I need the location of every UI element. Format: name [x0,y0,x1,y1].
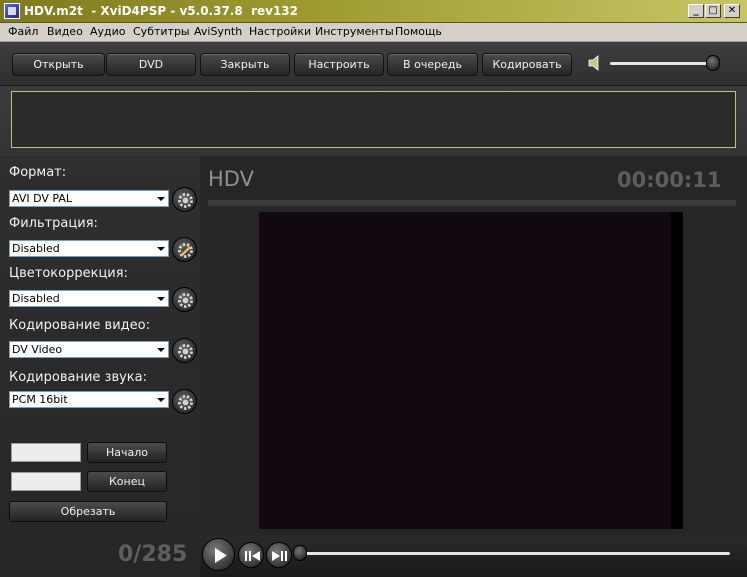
speaker-icon[interactable] [588,55,602,71]
window-title: HDV.m2t - XviD4PSP - v5.0.37.8 rev132 [24,4,299,18]
previous-frame-button[interactable] [238,542,264,568]
video-encoding-value: DV Video [12,343,63,356]
audio-encoding-select[interactable]: PCM 16bit [9,391,169,408]
video-viewport[interactable] [259,212,683,529]
chevron-down-icon[interactable] [154,392,168,407]
play-button[interactable] [202,538,235,571]
step-back-icon [245,551,260,561]
title-bar: HDV.m2t - XviD4PSP - v5.0.37.8 rev132 _ … [0,0,747,23]
preview-title: HDV [208,167,254,191]
format-settings-gear-icon[interactable] [172,187,197,212]
menu-video[interactable]: Видео [47,25,83,38]
color-correction-label: Цветокоррекция: [9,266,128,281]
format-value: AVI DV PAL [12,192,72,205]
volume-slider[interactable] [610,62,718,65]
video-encoding-label: Кодирование видео: [9,318,150,333]
configure-button[interactable]: Настроить [294,53,384,76]
chevron-down-icon[interactable] [154,291,168,306]
close-button[interactable]: Закрыть [200,53,290,76]
format-label: Формат: [9,165,67,180]
menu-avisynth[interactable]: AviSynth [194,25,242,38]
menu-audio[interactable]: Аудио [90,25,126,38]
seek-slider-handle[interactable] [293,545,307,561]
menu-file[interactable]: Файл [8,25,38,38]
audio-settings-gear-icon[interactable] [172,389,197,414]
seek-slider[interactable] [300,552,730,555]
video-frame-content [259,212,671,529]
play-icon [215,548,227,563]
maximize-button[interactable]: □ [705,4,721,18]
frame-counter: 0/285 [118,542,188,567]
chevron-down-icon[interactable] [154,191,168,206]
video-encoding-select[interactable]: DV Video [9,341,169,358]
queue-button[interactable]: В очередь [387,53,478,76]
color-correction-value: Disabled [12,292,60,305]
dvd-button[interactable]: DVD [106,53,196,76]
filter-edit-icon[interactable] [172,237,197,262]
start-time-field[interactable] [11,443,81,462]
next-frame-button[interactable] [266,542,292,568]
video-settings-gear-icon[interactable] [172,338,197,363]
chevron-down-icon[interactable] [154,342,168,357]
color-correction-select[interactable]: Disabled [9,290,169,307]
chevron-down-icon[interactable] [154,241,168,256]
menu-tools[interactable]: Инструменты [315,25,394,38]
set-start-button[interactable]: Начало [87,442,167,463]
time-display: 00:00:11 [617,168,722,192]
audio-encoding-label: Кодирование звука: [9,370,147,385]
minimize-button[interactable]: _ [688,4,704,18]
menu-settings[interactable]: Настройки [249,25,311,38]
format-select[interactable]: AVI DV PAL [9,190,169,207]
step-forward-icon [272,551,287,561]
filter-select[interactable]: Disabled [9,240,169,257]
divider [208,200,736,206]
volume-slider-handle[interactable] [705,55,720,71]
close-window-button[interactable]: ✕ [724,4,740,18]
filter-value: Disabled [12,242,60,255]
menu-subtitles[interactable]: Субтитры [133,25,190,38]
open-button[interactable]: Открыть [12,53,105,76]
trim-button[interactable]: Обрезать [9,501,167,522]
encode-button[interactable]: Кодировать [482,53,572,76]
filter-label: Фильтрация: [9,216,98,231]
info-panel [11,91,736,148]
set-end-button[interactable]: Конец [87,471,167,492]
end-time-field[interactable] [11,472,81,491]
audio-encoding-value: PCM 16bit [12,393,68,406]
app-icon [4,3,20,19]
color-settings-gear-icon[interactable] [172,287,197,312]
menu-bar: Файл Видео Аудио Субтитры AviSynth Настр… [0,23,747,42]
menu-help[interactable]: Помощь [395,25,442,38]
